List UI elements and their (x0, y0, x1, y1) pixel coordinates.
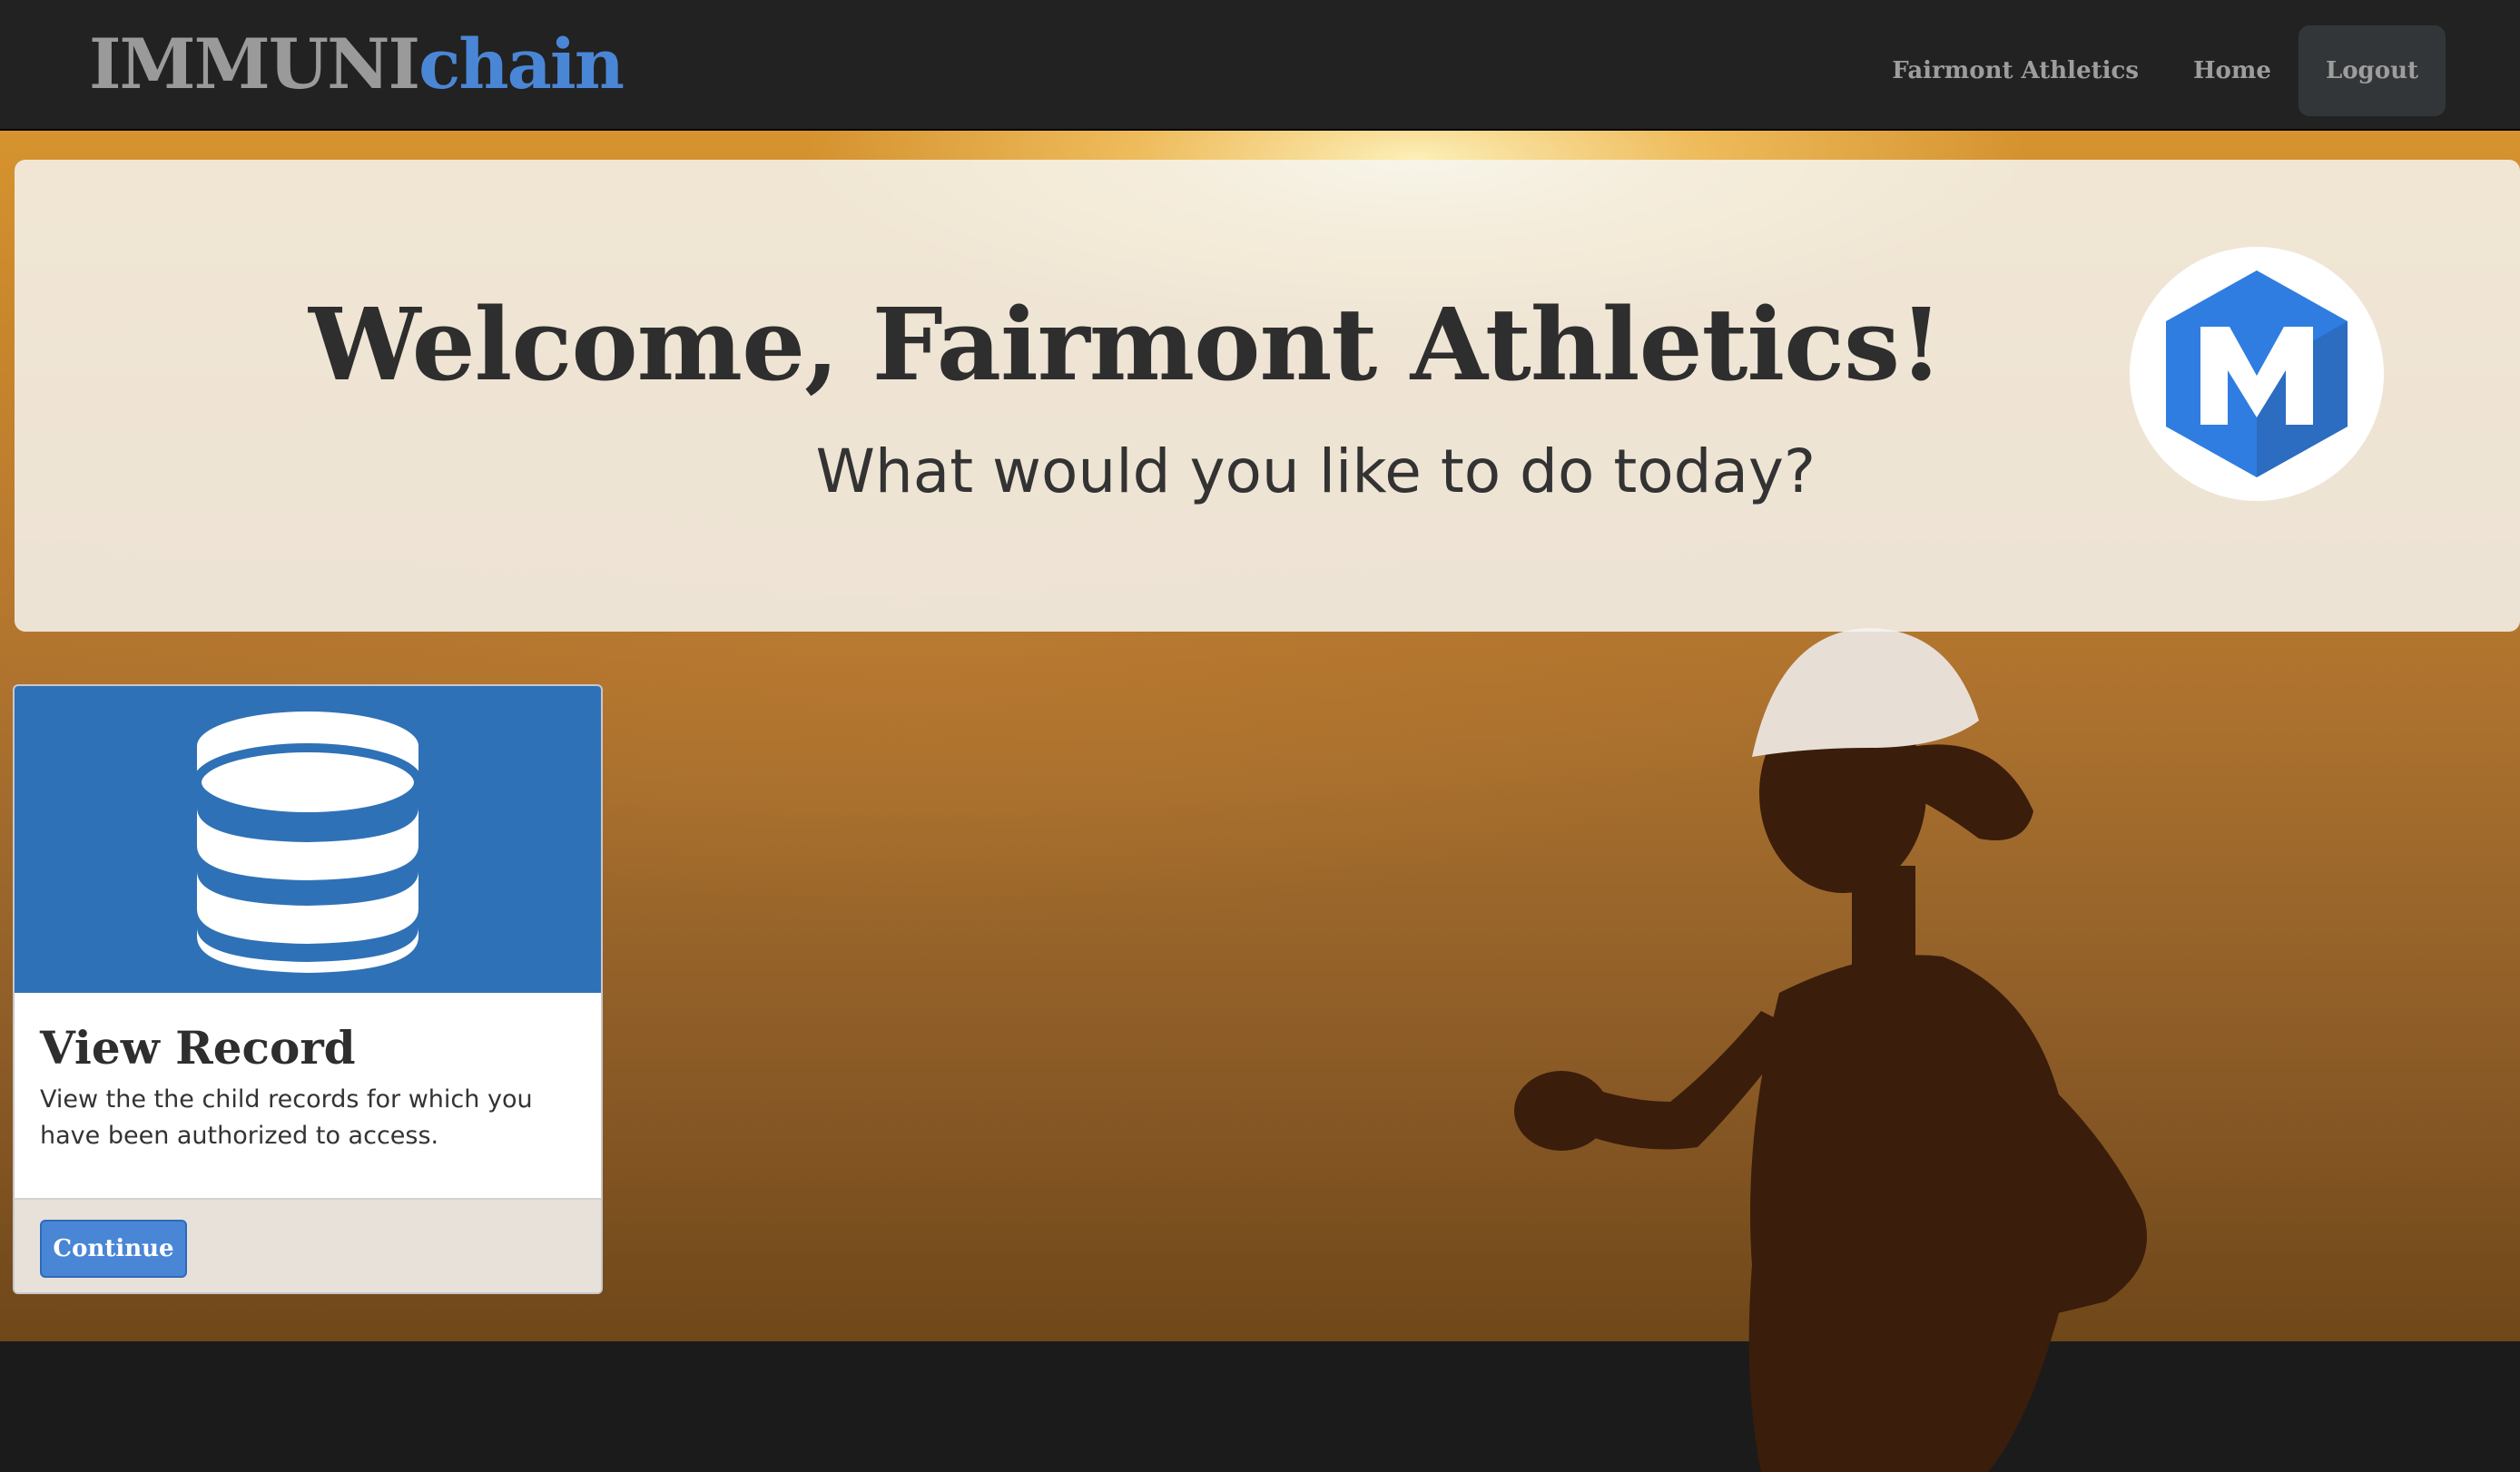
card-title: View Record (40, 1021, 356, 1075)
view-record-card: View Record View the the child records f… (13, 684, 603, 1294)
top-navbar: IMMUNIchain Fairmont Athletics Home Logo… (0, 0, 2520, 131)
card-description: View the the child records for which you… (40, 1085, 533, 1150)
card-footer: Continue (15, 1198, 601, 1292)
database-icon (194, 711, 421, 973)
continue-button[interactable]: Continue (40, 1220, 187, 1278)
nav-link-logout[interactable]: Logout (2298, 25, 2446, 116)
brand-prefix: IMMUNI (89, 24, 420, 104)
nav-link-home[interactable]: Home (2166, 25, 2299, 116)
welcome-subheading: What would you like to do today? (815, 437, 1816, 506)
hexagon-m-logo-icon (2130, 247, 2384, 501)
nav-links: Fairmont Athletics Home Logout (1865, 25, 2446, 116)
brand-logo-link[interactable]: IMMUNIchain (89, 24, 625, 104)
card-image-area (15, 686, 601, 993)
welcome-heading: Welcome, Fairmont Athletics! (309, 286, 1943, 403)
brand-suffix: chain (418, 24, 625, 104)
runner-silhouette (1514, 628, 2147, 1472)
card-body: View Record View the the child records f… (15, 993, 601, 1198)
hexagon-m-logo-svg (2166, 270, 2348, 477)
nav-link-fairmont-athletics[interactable]: Fairmont Athletics (1865, 25, 2166, 116)
